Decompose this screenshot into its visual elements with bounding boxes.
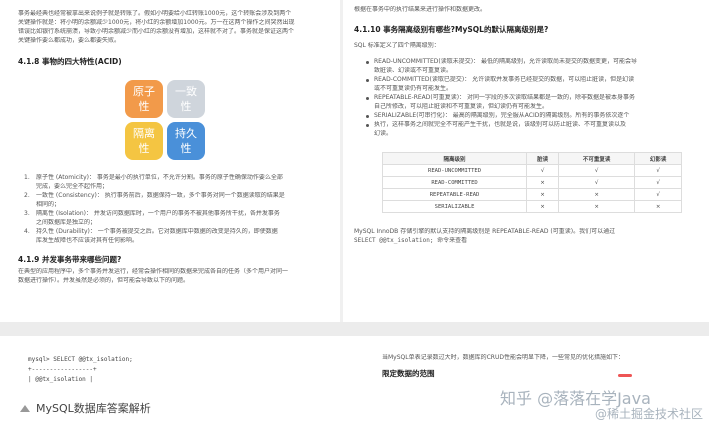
bullet-icon (366, 115, 369, 118)
isolation-level-item: 幻读。 (374, 130, 393, 137)
table-cell: √ (558, 176, 636, 189)
table-cell: √ (634, 188, 682, 201)
consistency-label: 一致 性 (175, 85, 197, 113)
intro-line: 关键操作就是：将小明的余额减少1000元，将小红的余额增加1000元。万一在这两… (18, 19, 295, 26)
left-page: 事务最经典也经常被拿出来说例子就是转账了。假如小明要给小红转账1000元，这个转… (10, 0, 336, 318)
table-header: 幻影读 (634, 152, 682, 165)
atomicity-label: 原子 性 (133, 85, 155, 113)
bottom-right-heading: 限定数据的范围 (382, 369, 435, 378)
caption-text: MySQL数据库答案解析 (36, 402, 151, 415)
bullet-icon (366, 97, 369, 100)
table-row: READ-COMMITTED × √ √ (381, 176, 682, 189)
table-cell: × (526, 200, 560, 213)
isolation-level-item: 致脏读、幻读或不可重复读。 (374, 67, 453, 74)
table-cell: × (526, 188, 560, 201)
acid-list-item: 之间数据库是独立的； (36, 219, 97, 226)
watermark-juejin: @稀土掘金技术社区 (595, 407, 704, 421)
section-heading-acid: 4.1.8 事物的四大特性(ACID) (18, 57, 122, 66)
page-gap (0, 322, 709, 336)
after-table-line: SELECT @@tx_isolation; 命令来查看 (354, 237, 468, 244)
section-heading-isolation: 4.1.10 事务隔离级别有哪些?MySQL的默认隔离级别是? (354, 25, 549, 34)
isolation-level-item: SERIALIZABLE(可串行化)： 最高的隔离级别，完全服从ACID的隔离级… (374, 112, 630, 119)
caption-triangle-icon (20, 404, 30, 412)
isolation-label: 隔离 性 (133, 127, 155, 155)
table-cell: √ (558, 164, 636, 177)
top-line: 根据在事务中的执行结果来进行操作和数据更改。 (354, 6, 487, 13)
isolation-intro: SQL 标准定义了四个隔离级别： (354, 42, 440, 49)
red-mark (618, 374, 632, 377)
isolation-level-item: 执行，这样事务之间就完全不可能产生干扰，也就是说，该级别可以防止脏读、不可重复读… (374, 121, 627, 128)
bottom-right-line: 当MySQL单表记录数过大时，数据库的CRUD性能会明显下降，一些常见的优化措施… (382, 354, 624, 361)
table-cell: √ (634, 164, 682, 177)
right-page: 根据在事务中的执行结果来进行操作和数据更改。 4.1.10 事务隔离级别有哪些?… (346, 0, 706, 318)
consistency-tile: 一致 性 (167, 80, 205, 118)
code-line: | @@tx_isolation | (28, 376, 94, 383)
table-header-row: 隔离级别 脏读 不可重复读 幻影读 (381, 152, 682, 165)
concurrency-line: 数据进行操作）。并发虽然是必须的，但可能会导致以下的问题。 (18, 277, 190, 284)
table-cell: × (558, 200, 636, 213)
isolation-table: 隔离级别 脏读 不可重复读 幻影读 READ-UNCOMMITTED √ √ √ REA… (381, 152, 682, 213)
code-line: +-----------------+ (28, 366, 97, 373)
acid-list-item: 完成，要么完全不起作用； (36, 183, 109, 190)
table-body: READ-UNCOMMITTED √ √ √ READ-COMMITTED × √ √ REPE… (381, 164, 682, 213)
section-heading-concurrency: 4.1.9 并发事务带来哪些问题? (18, 255, 122, 264)
isolation-level-item: READ-COMMITTED(读取已提交)： 允许读取并发事务已经提交的数据，可… (374, 76, 635, 83)
bullet-icon (366, 124, 369, 127)
acid-list-item: 持久性 (Durability)： 一个事务被提交之后。它对数据库中数据的改变是… (36, 228, 278, 235)
atomicity-tile: 原子 性 (125, 80, 163, 118)
table-header: 隔离级别 (381, 152, 528, 165)
isolation-tile: 隔离 性 (125, 122, 163, 160)
after-table-line: MySQL InnoDB 存储引擎的默认支持的隔离级别是 REPEATABLE-… (354, 228, 616, 235)
table-cell: √ (526, 164, 560, 177)
intro-line: 错误比如银行系统崩溃，导致小明余额减少而小红的余额没有增加，这样就不对了。事务就… (18, 28, 295, 35)
isolation-level-cell: READ-COMMITTED (381, 176, 528, 189)
acid-list-item: 一致性 (Consistency)： 执行事务前后，数据保持一致，多个事务对同一… (36, 192, 285, 199)
table-cell: × (634, 200, 682, 213)
image-caption: MySQL数据库答案解析 (20, 400, 151, 416)
acid-list-item: 隔离性 (Isolation)： 并发访问数据库时，一个用户的事务不被其他事务所… (36, 210, 280, 217)
acid-list-number: 2. (24, 192, 30, 199)
table-cell: × (558, 188, 636, 201)
isolation-level-cell: REPEATABLE-READ (381, 188, 528, 201)
isolation-level-item: 或不可重复读仍有可能发生。 (374, 85, 453, 92)
acid-list-item: 原子性 (Atomicity)： 事务是最小的执行单位，不允许分割。事务的原子性… (36, 174, 283, 181)
isolation-level-cell: SERIALIZABLE (381, 200, 528, 213)
isolation-level-item: 自己所修改，可以阻止脏读和不可重复读，但幻读仍有可能发生。 (374, 103, 549, 110)
intro-line: 关键操作要么都成功，要么都要失败。 (18, 37, 121, 44)
acid-list-number: 3. (24, 210, 30, 217)
table-row: REPEATABLE-READ × × √ (381, 188, 682, 201)
concurrency-line: 在典型的应用程序中，多个事务并发运行，经常会操作相同的数据来完成各自的任务（多个… (18, 268, 289, 275)
acid-list-number: 1. (24, 174, 30, 181)
bullet-icon (366, 61, 369, 64)
table-row: READ-UNCOMMITTED √ √ √ (381, 164, 682, 177)
table-cell: × (526, 176, 560, 189)
isolation-level-item: READ-UNCOMMITTED(读取未提交)： 最低的隔离级别，允许读取尚未提… (374, 58, 637, 65)
table-header: 不可重复读 (558, 152, 636, 165)
table-header: 脏读 (526, 152, 560, 165)
durability-tile: 持久 性 (167, 122, 205, 160)
page-divider (340, 0, 343, 330)
acid-list-number: 4. (24, 228, 30, 235)
durability-label: 持久 性 (175, 127, 197, 155)
table-cell: √ (634, 176, 682, 189)
bullet-icon (366, 79, 369, 82)
table-row: SERIALIZABLE × × × (381, 200, 682, 213)
acid-list-item: 库发生故障也不应该对其有任何影响。 (36, 237, 139, 244)
isolation-level-cell: READ-UNCOMMITTED (381, 164, 528, 177)
code-line: mysql> SELECT @@tx_isolation; (28, 356, 133, 363)
intro-line: 事务最经典也经常被拿出来说例子就是转账了。假如小明要给小红转账1000元，这个转… (18, 10, 292, 17)
acid-list-item: 相同的； (36, 201, 61, 208)
isolation-level-item: REPEATABLE-READ(可重复读)： 对同一字段的多次读取结果都是一致的… (374, 94, 636, 101)
